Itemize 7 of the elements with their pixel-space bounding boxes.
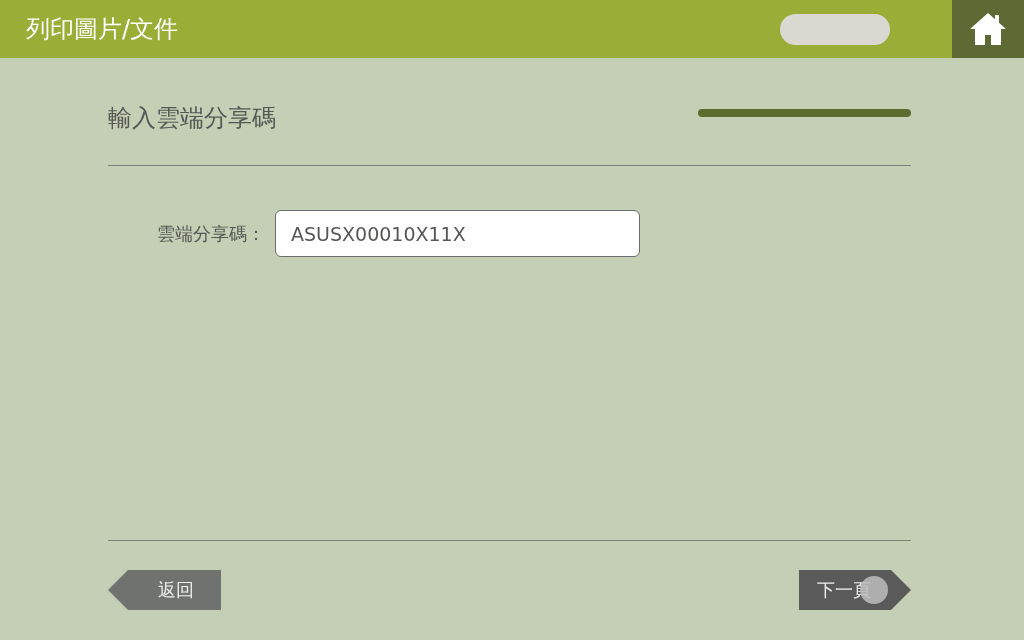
page-title: 輸入雲端分享碼 <box>108 103 276 134</box>
back-button[interactable]: 返回 <box>108 570 221 610</box>
home-button[interactable] <box>952 0 1024 58</box>
field-label: 雲端分享碼： <box>157 221 265 246</box>
app-title: 列印圖片/文件 <box>26 14 179 45</box>
input-field[interactable]: ASUSX00010X11X <box>275 210 640 257</box>
home-icon <box>969 12 1007 46</box>
